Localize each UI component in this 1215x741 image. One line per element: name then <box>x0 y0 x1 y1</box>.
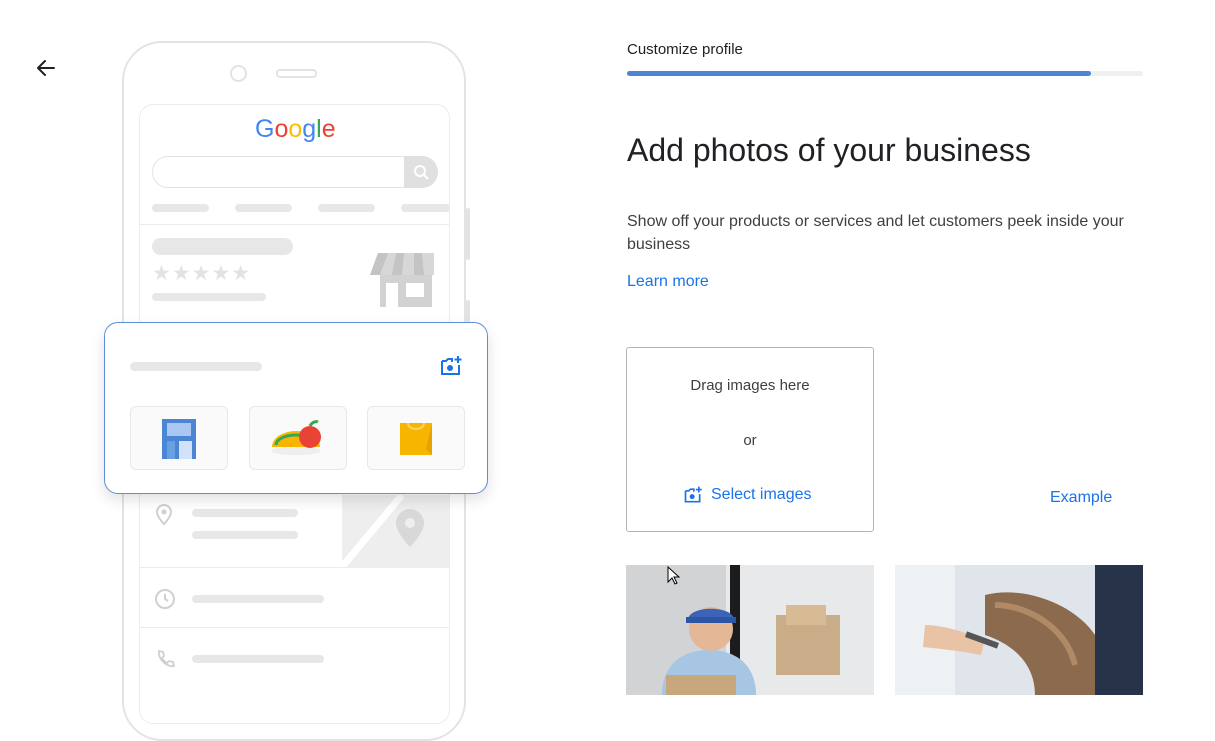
search-icon <box>404 156 438 188</box>
add-photo-icon <box>439 354 463 383</box>
phone-side-button <box>466 208 470 260</box>
select-images-label: Select images <box>711 486 812 503</box>
arrow-left-icon <box>37 60 55 76</box>
rating-stars: ★★★★★ <box>152 262 252 285</box>
add-photo-icon <box>684 486 702 503</box>
mouse-cursor <box>667 565 681 591</box>
phone-camera <box>230 65 247 82</box>
phone-icon <box>154 648 176 675</box>
location-pin-icon <box>154 503 174 532</box>
page-title: Add photos of your business <box>627 132 1031 168</box>
illustration-search-bar <box>152 156 436 188</box>
example-photo-delivery <box>626 565 874 695</box>
drag-images-text: Drag images here <box>690 377 810 394</box>
photo-thumb-storefront <box>130 406 228 470</box>
storefront-icon <box>368 239 436 312</box>
phone-speaker <box>276 69 317 78</box>
photos-card-illustration <box>104 322 488 494</box>
clock-icon <box>154 588 176 615</box>
example-photo-salon <box>895 565 1143 695</box>
or-text: or <box>743 432 757 449</box>
photo-thumb-bag <box>367 406 465 470</box>
image-dropzone[interactable]: Drag images here or Select images <box>626 347 874 532</box>
google-logo: Google <box>255 115 336 143</box>
select-images-button[interactable]: Select images <box>683 485 812 505</box>
map-thumbnail <box>342 495 449 567</box>
back-button[interactable] <box>30 52 62 84</box>
step-label: Customize profile <box>627 41 743 58</box>
page-description: Show off your products or services and l… <box>627 213 1124 253</box>
phone-side-button <box>466 300 470 322</box>
photo-thumb-food <box>249 406 347 470</box>
progress-bar-fill <box>627 71 1092 76</box>
learn-more-link[interactable]: Learn more <box>627 273 709 291</box>
example-link[interactable]: Example <box>1050 489 1112 507</box>
